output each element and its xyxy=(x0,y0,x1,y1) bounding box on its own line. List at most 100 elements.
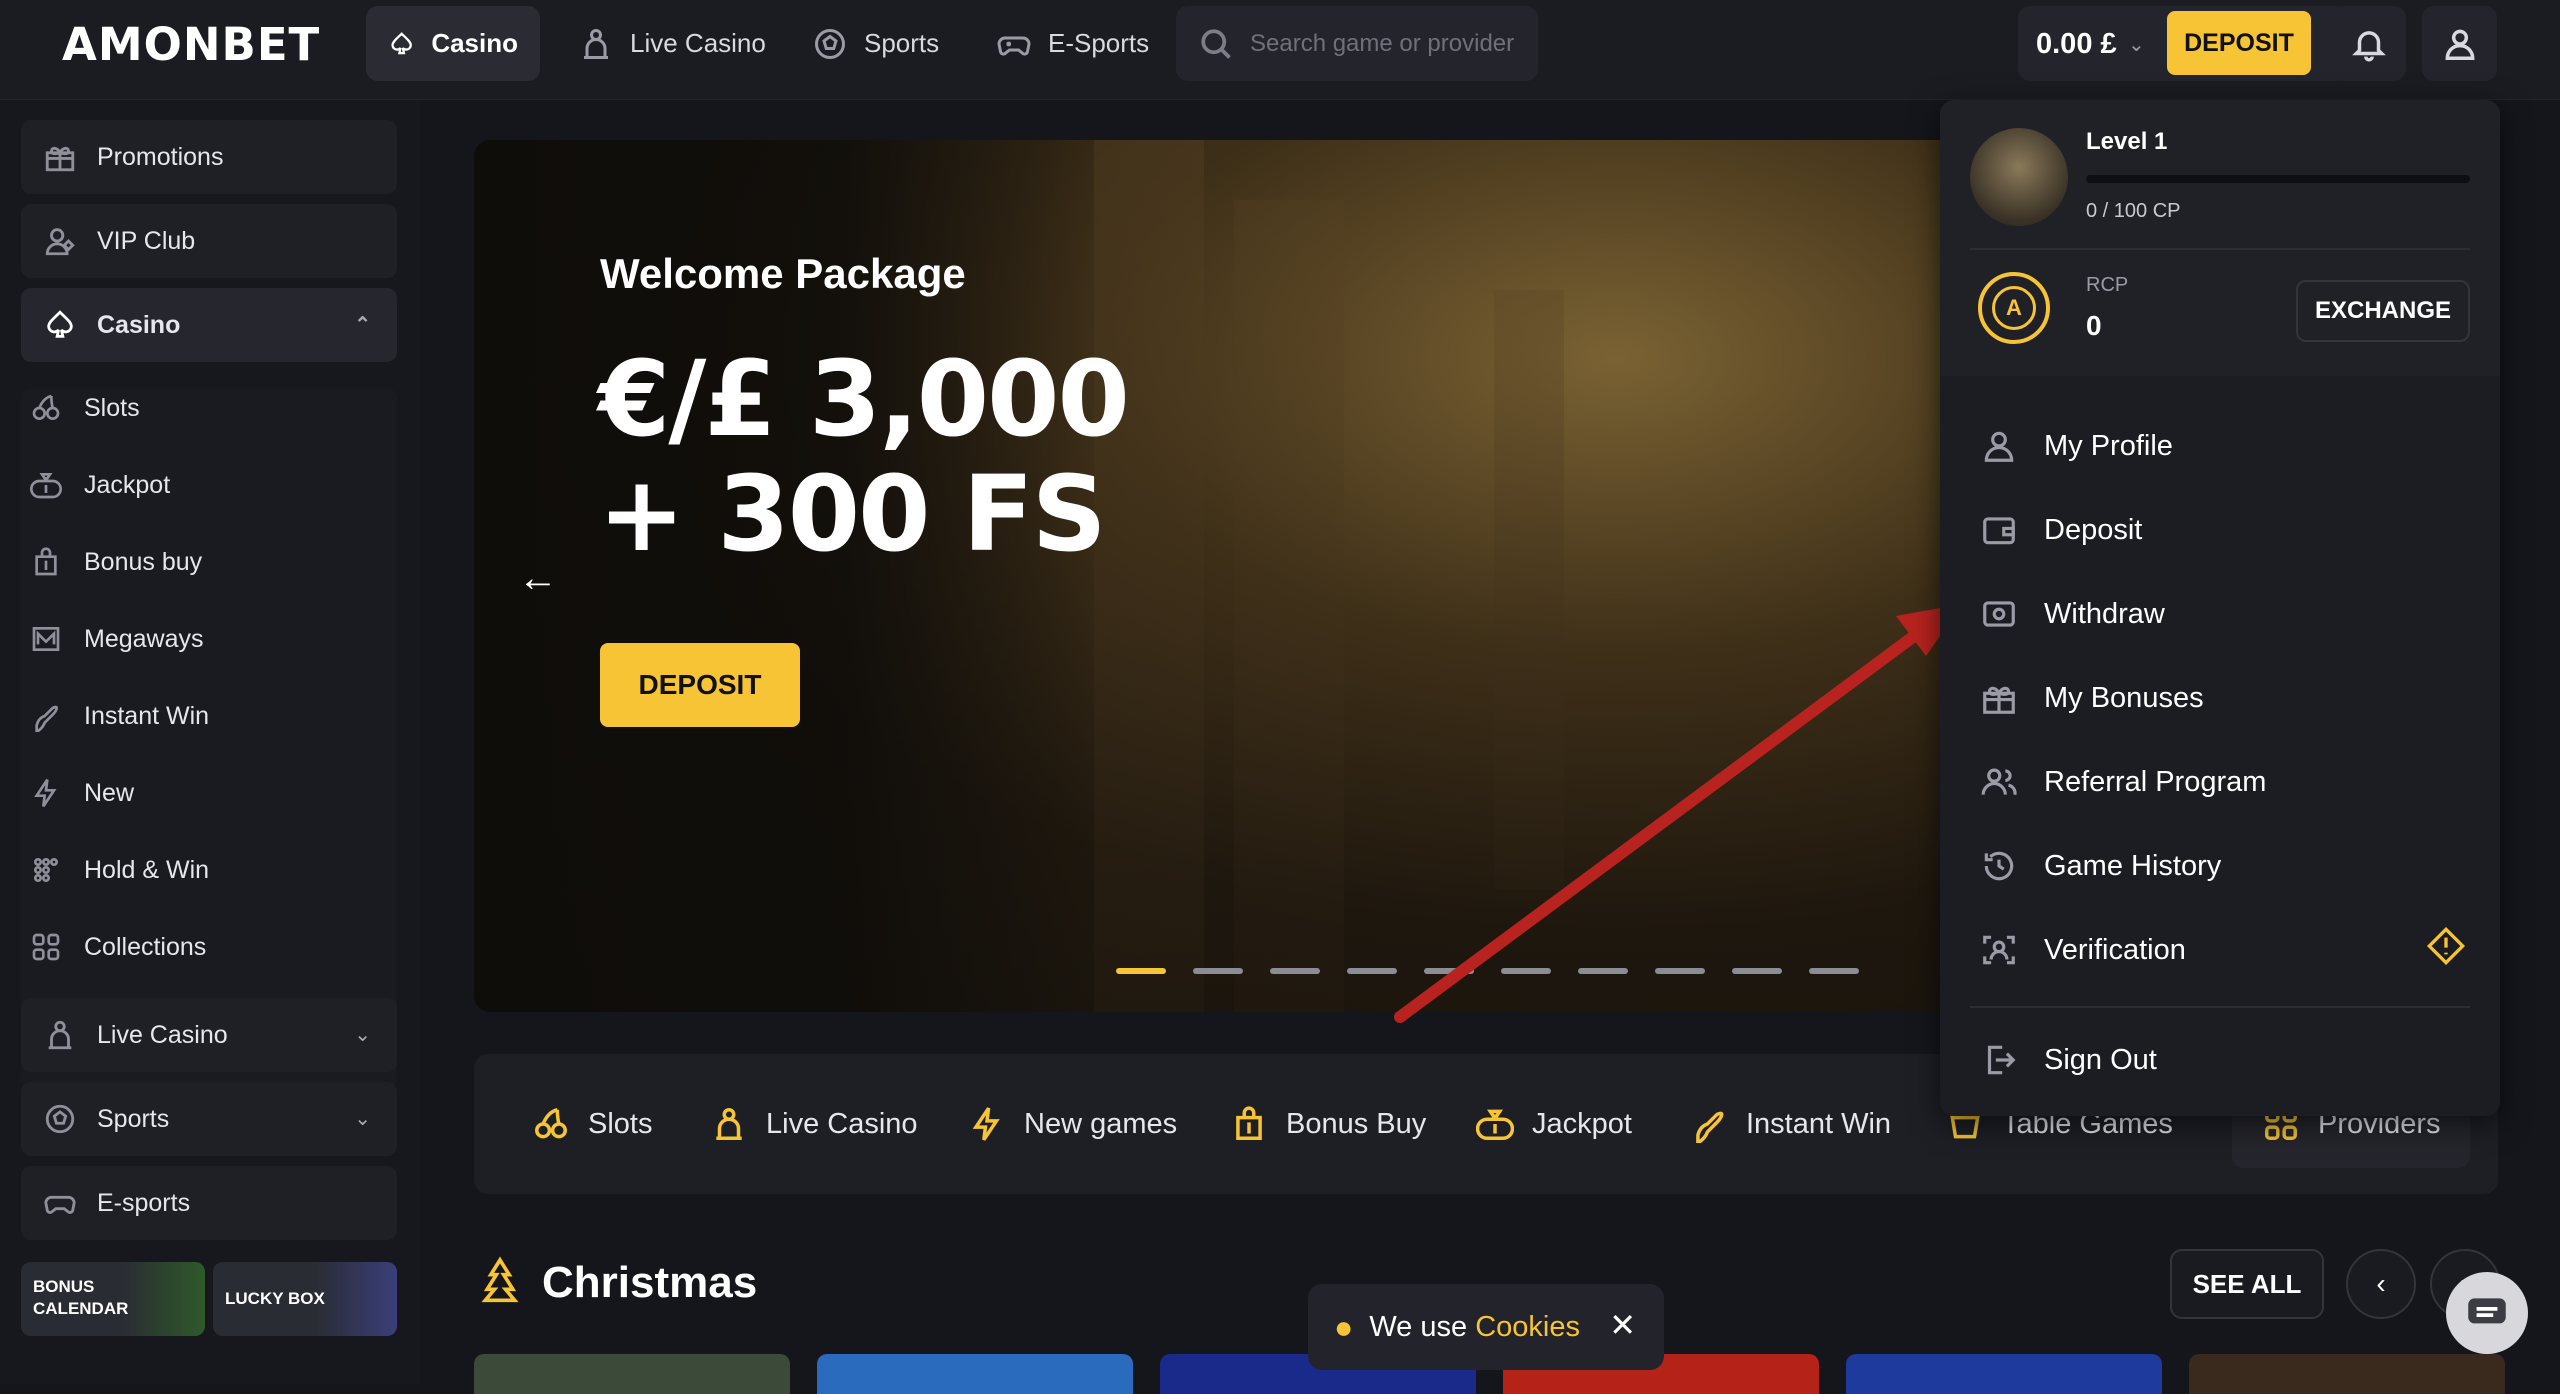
slider-dot[interactable] xyxy=(1578,968,1628,974)
sidebar-item-promotions[interactable]: Promotions xyxy=(21,120,397,194)
logo[interactable]: AMONBET xyxy=(62,18,320,71)
close-icon[interactable]: ✕ xyxy=(1609,1306,1636,1344)
category-slots[interactable]: Slots xyxy=(532,1098,652,1150)
sidebar-item-vip-club[interactable]: VIP Club xyxy=(21,204,397,278)
slider-dot[interactable] xyxy=(1193,968,1243,974)
avatar[interactable] xyxy=(1970,128,2068,226)
arrow-left-icon[interactable]: ← xyxy=(518,556,558,601)
sidebar-sub-label: Bonus buy xyxy=(84,547,203,576)
sidebar-item-sports[interactable]: Sports ⌄ xyxy=(21,1082,397,1156)
notifications-button[interactable] xyxy=(2331,6,2406,81)
menu-sign-out[interactable]: Sign Out xyxy=(1980,1030,2157,1090)
slider-dot[interactable] xyxy=(1424,968,1474,974)
category-label: Bonus Buy xyxy=(1286,1107,1427,1140)
prev-button[interactable]: ‹ xyxy=(2346,1249,2416,1319)
slider-dot[interactable] xyxy=(1347,968,1397,974)
rocket-icon xyxy=(1696,1111,1724,1143)
sidebar-item-live-casino[interactable]: Live Casino ⌄ xyxy=(21,998,397,1072)
sidebar-item-casino[interactable]: Casino ⌃ xyxy=(21,288,397,362)
sidebar-sub-new[interactable]: New xyxy=(30,763,134,823)
search-placeholder: Search game or provider xyxy=(1250,29,1515,57)
menu-referral-program[interactable]: Referral Program xyxy=(1980,752,2266,812)
warning-icon xyxy=(2426,926,2466,966)
sidebar-item-label: E-sports xyxy=(97,1188,191,1217)
level-label: Level 1 xyxy=(2086,128,2168,155)
slider-dot[interactable] xyxy=(1732,968,1782,974)
slider-dot[interactable] xyxy=(1116,968,1166,974)
sidebar-sub-label: New xyxy=(84,778,135,807)
rcp-value: 0 xyxy=(2086,310,2102,341)
sidebar-sub-label: Jackpot xyxy=(84,470,171,499)
category-label: Slots xyxy=(588,1107,653,1140)
level-progress-bar xyxy=(2086,175,2470,183)
category-bonus-buy[interactable]: Bonus Buy xyxy=(1230,1098,1426,1150)
menu-my-profile[interactable]: My Profile xyxy=(1980,416,2173,476)
sidebar-sub-label: Instant Win xyxy=(84,701,210,730)
profile-button[interactable] xyxy=(2422,6,2497,81)
menu-label: Sign Out xyxy=(2044,1043,2157,1076)
sidebar-item-esports[interactable]: E-sports xyxy=(21,1166,397,1240)
sidebar-sub-jackpot[interactable]: Jackpot xyxy=(30,455,170,515)
verification-icon xyxy=(1983,935,2015,965)
menu-my-bonuses[interactable]: My Bonuses xyxy=(1980,668,2204,728)
tile-line: LUCKY BOX xyxy=(225,1289,325,1308)
sidebar-sub-instant-win[interactable]: Instant Win xyxy=(30,686,209,746)
menu-withdraw[interactable]: Withdraw xyxy=(1980,584,2165,644)
category-label: Instant Win xyxy=(1746,1107,1892,1140)
menu-deposit[interactable]: Deposit xyxy=(1980,500,2142,560)
category-jackpot[interactable]: Jackpot xyxy=(1476,1098,1632,1150)
slider-dot[interactable] xyxy=(1809,968,1859,974)
see-all-button[interactable]: SEE ALL xyxy=(2170,1249,2324,1319)
hero-line-1: €/£ 3,000 xyxy=(598,338,1130,460)
sidebar-sub-bonus-buy[interactable]: Bonus buy xyxy=(30,532,202,592)
category-new-games[interactable]: New games xyxy=(968,1098,1177,1150)
sidebar-item-label: Sports xyxy=(97,1104,170,1133)
bonus-calendar-tile[interactable]: BONUS CALENDAR xyxy=(21,1262,205,1336)
sidebar-sub-slots[interactable]: Slots xyxy=(30,378,140,438)
nav-live-casino[interactable]: Live Casino xyxy=(556,6,788,81)
slider-dot[interactable] xyxy=(1501,968,1551,974)
game-thumbnail[interactable] xyxy=(474,1354,790,1394)
menu-verification[interactable]: Verification xyxy=(1980,920,2186,980)
menu-label: Withdraw xyxy=(2044,597,2165,630)
category-live-casino[interactable]: Live Casino xyxy=(710,1098,918,1150)
hero-deposit-button[interactable]: DEPOSIT xyxy=(600,643,800,727)
nav-sports[interactable]: Sports xyxy=(790,6,961,81)
deposit-button[interactable]: DEPOSIT xyxy=(2167,11,2311,75)
divider xyxy=(1970,248,2470,250)
spade-icon xyxy=(47,310,73,338)
menu-label: My Bonuses xyxy=(2044,681,2204,714)
game-thumbnail[interactable] xyxy=(2189,1354,2505,1394)
lucky-box-tile[interactable]: LUCKY BOX xyxy=(213,1262,397,1336)
slider-dot[interactable] xyxy=(1270,968,1320,974)
nav-esports[interactable]: E-Sports xyxy=(974,6,1171,81)
soccer-ball-icon xyxy=(45,1104,75,1134)
nav-label: Sports xyxy=(864,28,940,58)
game-thumbnail[interactable] xyxy=(817,1354,1133,1394)
chevron-left-icon: ‹ xyxy=(2376,1268,2386,1299)
menu-label: My Profile xyxy=(2044,429,2173,462)
dealer-icon xyxy=(48,1020,72,1050)
sidebar-sub-collections[interactable]: Collections xyxy=(30,917,206,977)
user-icon xyxy=(1984,431,2014,462)
sidebar-item-label: Promotions xyxy=(97,142,224,171)
chevron-down-icon: ⌄ xyxy=(354,1024,371,1046)
slider-dot[interactable] xyxy=(1655,968,1705,974)
sidebar-sub-hold-win[interactable]: Hold & Win xyxy=(30,840,209,900)
category-instant-win[interactable]: Instant Win xyxy=(1690,1098,1891,1150)
chat-button[interactable] xyxy=(2446,1272,2528,1354)
slider-dots xyxy=(1116,968,1859,974)
cookies-link[interactable]: Cookies xyxy=(1475,1311,1580,1343)
bonus-bag-icon xyxy=(1236,1106,1262,1140)
sign-out-icon xyxy=(1987,1045,2016,1075)
gift-icon xyxy=(45,146,75,172)
search-input[interactable]: Search game or provider xyxy=(1176,6,1538,81)
menu-game-history[interactable]: Game History xyxy=(1980,836,2221,896)
sidebar-sub-megaways[interactable]: Megaways xyxy=(30,609,204,669)
nav-casino[interactable]: Casino xyxy=(366,6,540,81)
coin-inner: A xyxy=(1992,286,2036,330)
game-thumbnail[interactable] xyxy=(1846,1354,2162,1394)
exchange-button[interactable]: EXCHANGE xyxy=(2296,280,2470,342)
megaways-icon xyxy=(32,627,60,651)
chevron-down-icon: ⌄ xyxy=(2128,34,2145,56)
